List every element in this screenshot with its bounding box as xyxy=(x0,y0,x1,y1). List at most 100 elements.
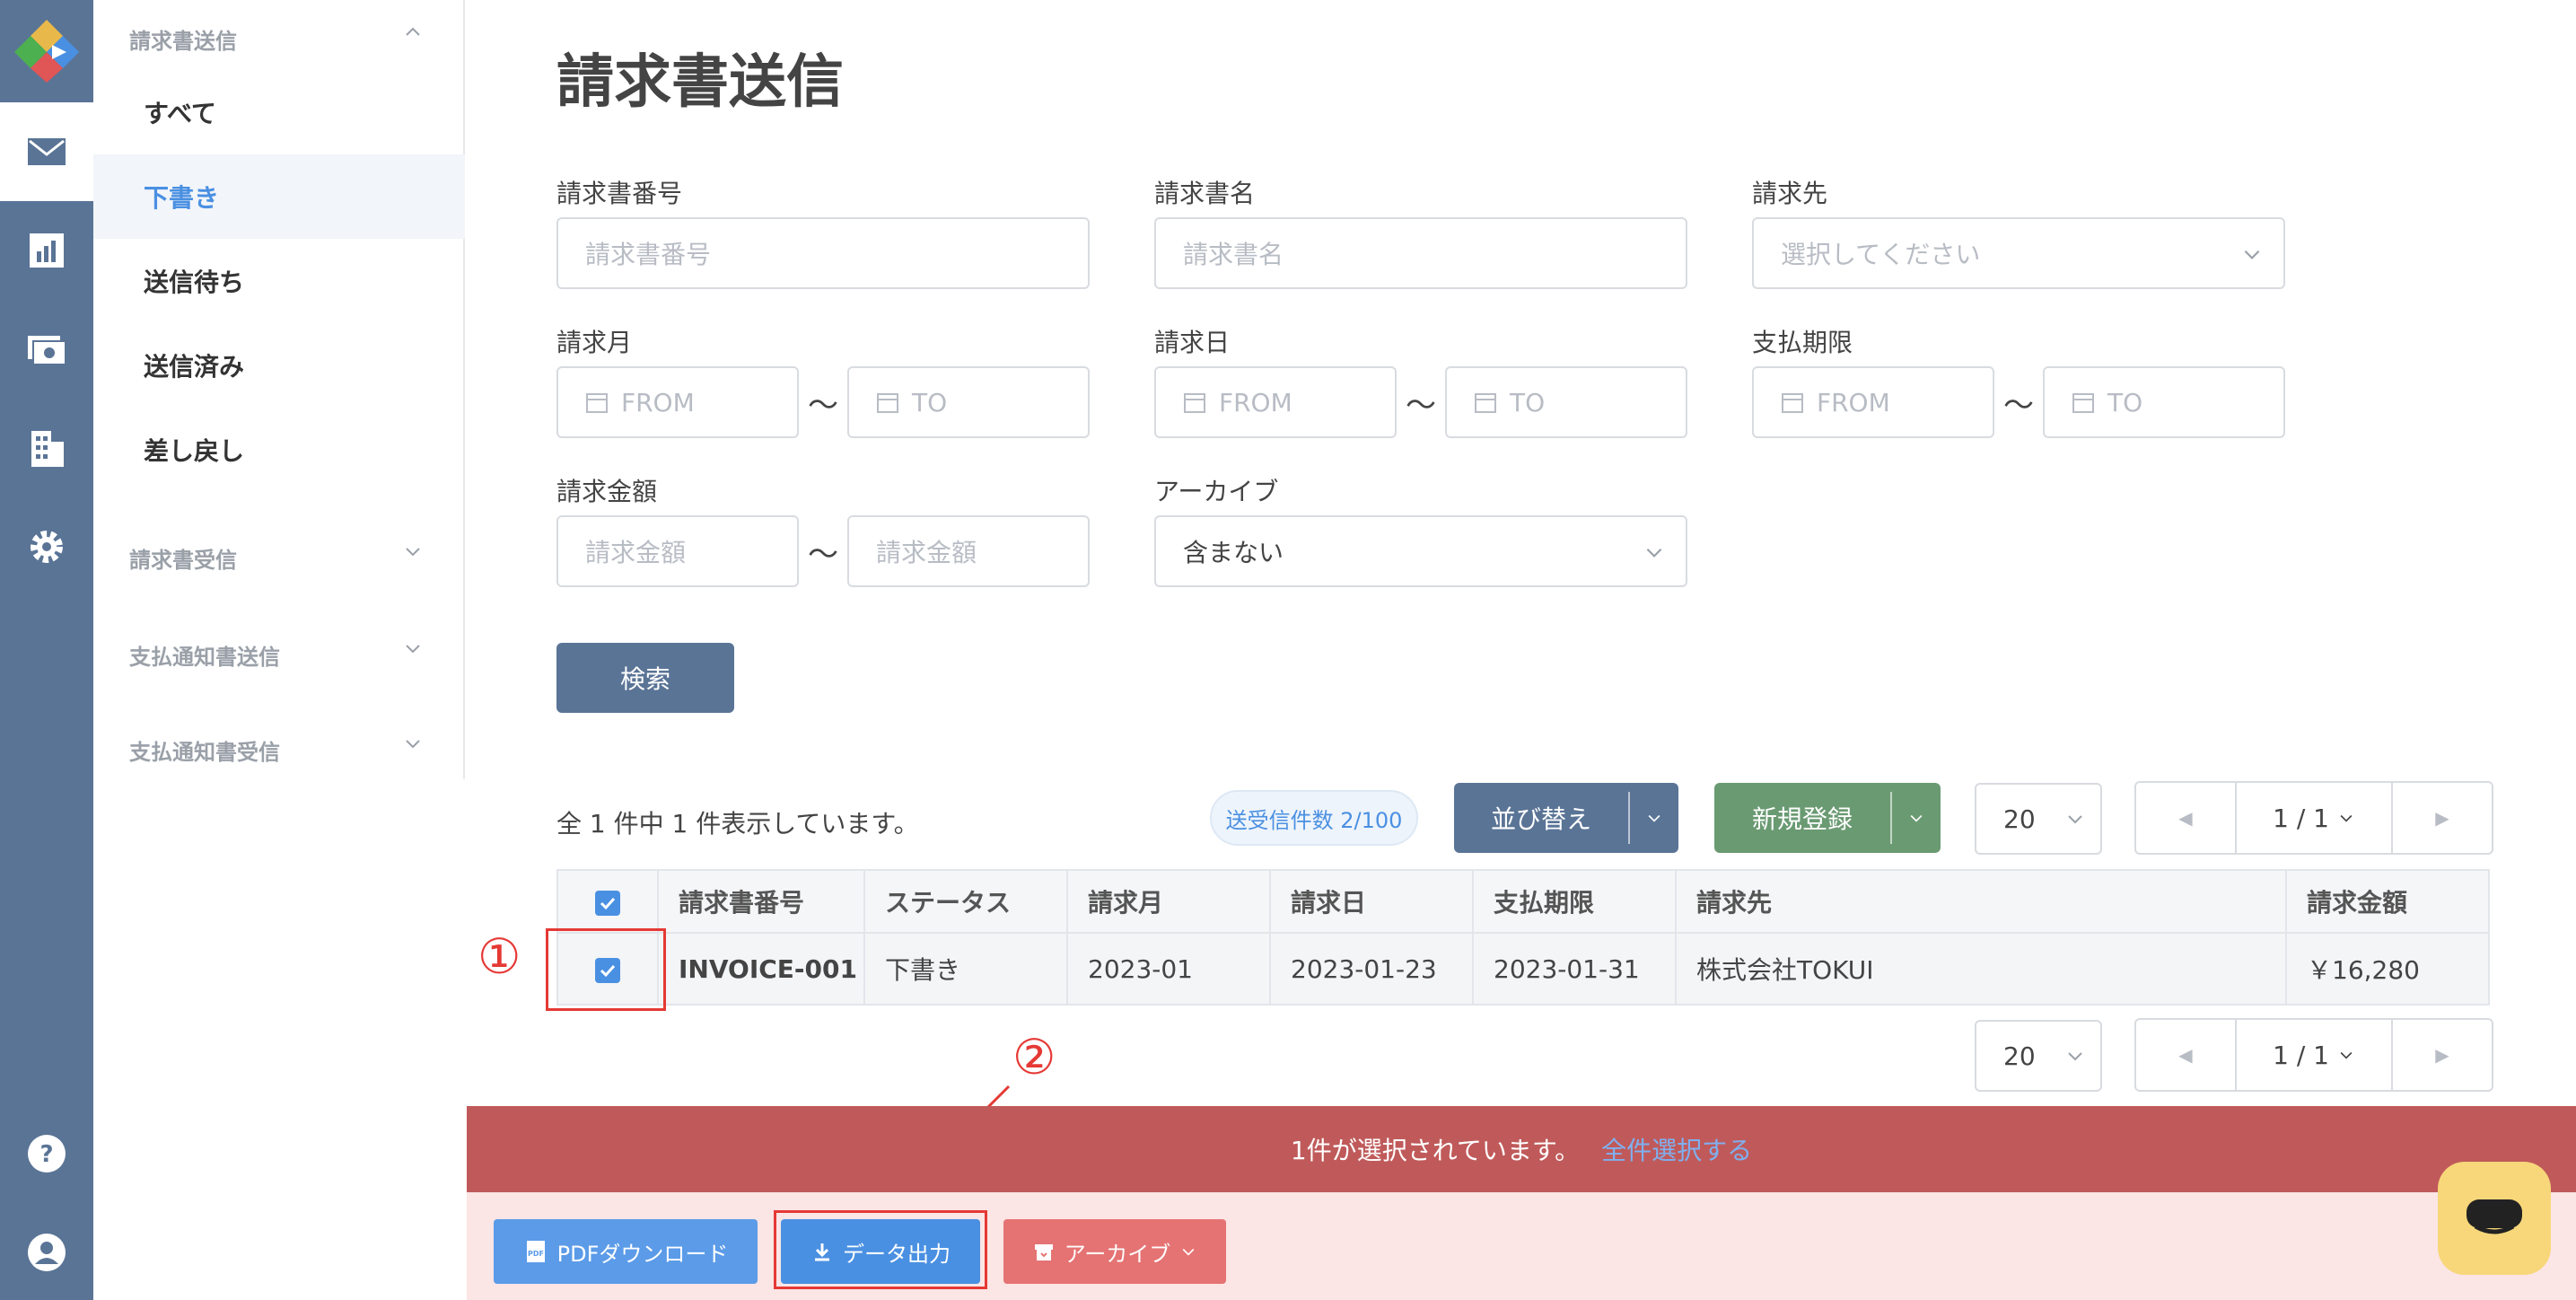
page-indicator: 1 / 1 xyxy=(2273,1040,2329,1070)
amount-to-input[interactable]: 請求金額 xyxy=(847,515,1090,587)
chevron-up-icon[interactable] xyxy=(402,22,424,43)
col-due: 支払期限 xyxy=(1472,869,1677,934)
page-title: 請求書送信 xyxy=(556,49,844,116)
invoice-name-input[interactable]: 請求書名 xyxy=(1154,217,1687,289)
bar-chart-icon xyxy=(30,233,64,268)
next-page-icon[interactable]: ▶ xyxy=(2393,1020,2492,1090)
page-size-select-top[interactable]: 20 xyxy=(1975,783,2102,855)
billing-date-to-input[interactable]: TO xyxy=(1445,366,1687,438)
archive-filter-label: アーカイブ xyxy=(1154,477,1279,506)
billing-month-from-input[interactable]: FROM xyxy=(556,366,799,438)
gear-icon xyxy=(31,531,63,563)
range-tilde: 〜 xyxy=(1406,388,1436,424)
amount-from-input[interactable]: 請求金額 xyxy=(556,515,799,587)
page-indicator: 1 / 1 xyxy=(2273,803,2329,833)
select-all-checkbox[interactable] xyxy=(595,890,620,916)
range-tilde: 〜 xyxy=(808,537,838,573)
due-date-from-placeholder: FROM xyxy=(1817,387,1890,417)
chat-widget-button[interactable] xyxy=(2438,1162,2551,1275)
svg-text:PDF: PDF xyxy=(528,1250,544,1258)
pdf-icon: PDF xyxy=(526,1241,545,1262)
select-all-cell[interactable] xyxy=(556,869,659,934)
sort-button[interactable]: 並び替え xyxy=(1454,783,1678,853)
page-select[interactable]: 1 / 1 xyxy=(2235,783,2393,853)
archive-filter-value: 含まない xyxy=(1183,538,1284,567)
new-register-label[interactable]: 新規登録 xyxy=(1714,783,1890,853)
check-icon xyxy=(600,897,616,909)
user-icon xyxy=(28,1234,66,1271)
next-page-icon[interactable]: ▶ xyxy=(2393,783,2492,853)
archive-filter-select[interactable]: 含まない xyxy=(1154,515,1687,587)
due-date-label: 支払期限 xyxy=(1752,328,1853,357)
billing-month-to-input[interactable]: TO xyxy=(847,366,1090,438)
selection-bar: 1件が選択されています。 全件選択する xyxy=(467,1106,2576,1192)
rail-account[interactable] xyxy=(0,1203,93,1300)
archive-icon xyxy=(1034,1244,1053,1260)
rail-company[interactable] xyxy=(0,399,93,497)
sort-dropdown-toggle[interactable] xyxy=(1628,792,1678,844)
rail-help[interactable]: ? xyxy=(0,1104,93,1203)
sort-button-label[interactable]: 並び替え xyxy=(1454,783,1628,853)
sidebar-group-invoice-send[interactable]: 請求書送信 xyxy=(129,23,237,55)
col-status: ステータス xyxy=(863,869,1068,934)
archive-button[interactable]: アーカイブ xyxy=(1003,1219,1226,1284)
chevron-down-icon xyxy=(2340,1051,2353,1059)
amount-label: 請求金額 xyxy=(556,477,658,506)
chevron-down-icon[interactable] xyxy=(402,540,424,562)
billing-date-label: 請求日 xyxy=(1154,328,1231,357)
billing-month-label: 請求月 xyxy=(556,328,633,357)
chevron-down-icon xyxy=(2244,250,2260,259)
recipient-select[interactable]: 選択してください xyxy=(1752,217,2285,289)
cell-invoice-no[interactable]: INVOICE-001 xyxy=(657,932,865,1006)
sidebar-item-all[interactable]: すべて xyxy=(93,70,465,154)
prev-page-icon[interactable]: ◀ xyxy=(2136,1020,2235,1090)
billing-month-from-placeholder: FROM xyxy=(621,387,695,417)
sidebar-group-payment-receive[interactable]: 支払通知書受信 xyxy=(129,734,280,766)
icon-rail: ? xyxy=(0,0,93,1300)
sidebar: 請求書送信 すべて 下書き 送信待ち 送信済み 差し戻し 請求書受信 支払通知書… xyxy=(93,0,465,779)
chevron-down-icon[interactable] xyxy=(402,733,424,754)
due-date-to-placeholder: TO xyxy=(2107,387,2143,417)
money-icon xyxy=(28,336,66,365)
due-date-from-input[interactable]: FROM xyxy=(1752,366,1994,438)
cell-recipient: 株式会社TOKUI xyxy=(1675,932,2287,1006)
sidebar-item-pending[interactable]: 送信待ち xyxy=(93,239,465,323)
page-size-value: 20 xyxy=(2003,1041,2036,1071)
app-logo-icon[interactable] xyxy=(11,13,83,84)
table-row[interactable]: INVOICE-001 下書き 2023-01 2023-01-23 2023-… xyxy=(556,932,2490,1006)
chevron-down-icon xyxy=(2068,1052,2082,1061)
annotation-box-export xyxy=(774,1210,987,1289)
billing-date-from-placeholder: FROM xyxy=(1219,387,1292,417)
page-select[interactable]: 1 / 1 xyxy=(2235,1020,2393,1090)
sidebar-group-payment-send[interactable]: 支払通知書送信 xyxy=(129,639,280,671)
invoice-no-input[interactable]: 請求書番号 xyxy=(556,217,1090,289)
col-recipient: 請求先 xyxy=(1675,869,2287,934)
chevron-down-icon[interactable] xyxy=(402,637,424,659)
billing-date-from-input[interactable]: FROM xyxy=(1154,366,1397,438)
new-register-dropdown-toggle[interactable] xyxy=(1890,792,1941,844)
sidebar-item-returned[interactable]: 差し戻し xyxy=(93,408,465,492)
new-register-button[interactable]: 新規登録 xyxy=(1714,783,1941,853)
rail-reports[interactable] xyxy=(0,201,93,300)
calendar-icon xyxy=(1475,393,1496,413)
col-amount: 請求金額 xyxy=(2285,869,2490,934)
archive-label: アーカイブ xyxy=(1064,1241,1171,1267)
sidebar-group-invoice-receive[interactable]: 請求書受信 xyxy=(129,542,237,574)
rail-payments[interactable] xyxy=(0,300,93,399)
search-button[interactable]: 検索 xyxy=(556,643,734,713)
calendar-icon xyxy=(2072,393,2094,413)
sidebar-item-sent[interactable]: 送信済み xyxy=(93,323,465,408)
pdf-download-button[interactable]: PDF PDFダウンロード xyxy=(494,1219,758,1284)
select-all-link[interactable]: 全件選択する xyxy=(1601,1131,1752,1167)
calendar-icon xyxy=(1184,393,1205,413)
cell-date: 2023-01-23 xyxy=(1269,932,1474,1006)
sidebar-item-draft[interactable]: 下書き xyxy=(93,154,465,239)
rail-settings[interactable] xyxy=(0,497,93,596)
prev-page-icon[interactable]: ◀ xyxy=(2136,783,2235,853)
pagination-top: ◀ 1 / 1 ▶ xyxy=(2134,781,2493,855)
page-size-select-bottom[interactable]: 20 xyxy=(1975,1020,2102,1092)
due-date-to-input[interactable]: TO xyxy=(2043,366,2285,438)
rail-mail[interactable] xyxy=(0,102,93,201)
chevron-down-icon xyxy=(1646,548,1662,558)
calendar-icon xyxy=(1782,393,1803,413)
